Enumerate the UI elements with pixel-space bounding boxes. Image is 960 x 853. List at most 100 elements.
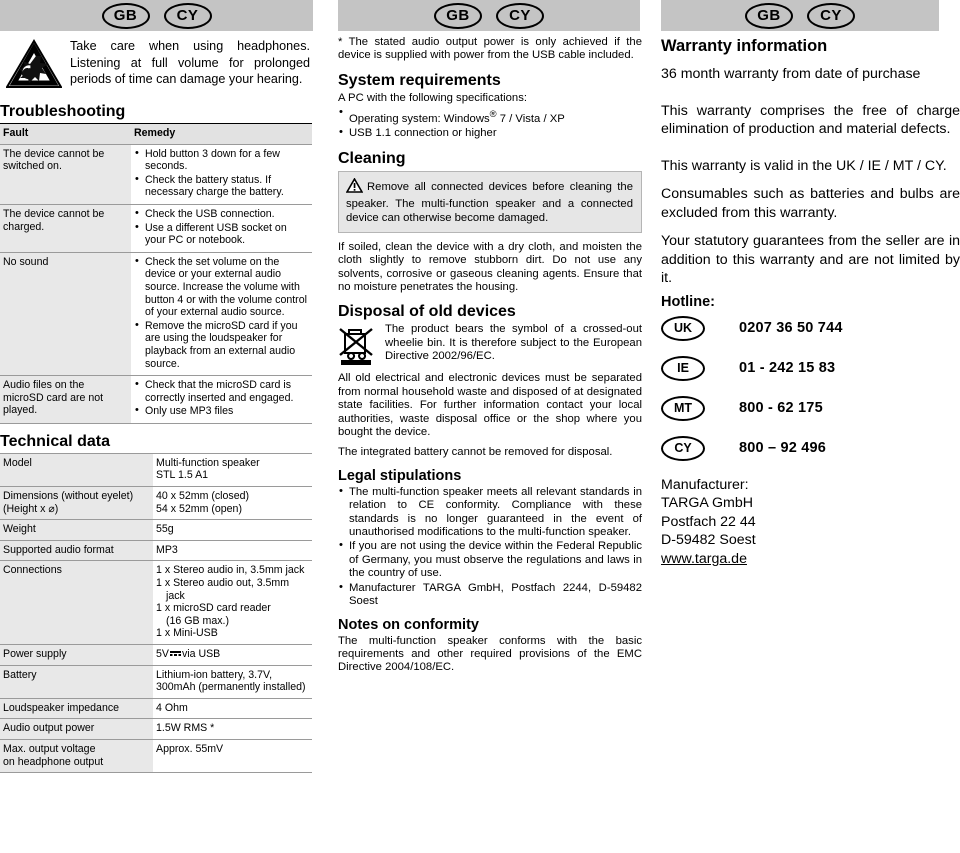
table-row: Supported audio format MP3: [0, 539, 312, 562]
hotline-row: UK 0207 36 50 744: [661, 315, 960, 341]
troubleshooting-table: Fault Remedy The device cannot be switch…: [0, 123, 312, 424]
cleaning-notice: Remove all connected devices before clea…: [338, 170, 642, 233]
spec-value: 1.5W RMS *: [153, 718, 312, 740]
system-requirements-heading: System requirements: [338, 71, 501, 89]
list-item: Operating system: Windows® 7 / Vista / X…: [338, 106, 642, 126]
remedy-cell: Check the USB connection. Use a differen…: [131, 203, 312, 253]
system-requirements-intro: A PC with the following specifications:: [338, 91, 528, 104]
disposal-paragraph: The integrated battery cannot be removed…: [338, 446, 613, 459]
fault-cell: The device cannot be charged.: [0, 203, 131, 253]
country-badge-mt: MT: [661, 395, 705, 421]
hotline-label: Hotline:: [661, 293, 715, 310]
list-item: Only use MP3 files: [134, 404, 308, 418]
country-badge-gb: GB: [745, 2, 793, 29]
cleaning-body: If soiled, clean the device with a dry c…: [338, 240, 642, 294]
list-item: The multi-function speaker meets all rel…: [338, 485, 642, 540]
remedy-cell: Check the set volume on the device or yo…: [131, 251, 312, 377]
table-row: Connections 1 x Stereo audio in, 3.5mm j…: [0, 560, 312, 645]
cleaning-heading: Cleaning: [338, 149, 406, 167]
warning-triangle-icon: [345, 177, 364, 197]
manufacturer-pobox: Postfach 22 44: [661, 513, 756, 530]
column-requirements-disposal: GB CY * The stated audio output power is…: [338, 0, 642, 853]
table-row: Audio files on the microSD card are not …: [0, 375, 312, 424]
warranty-paragraph: This warranty is valid in the UK / IE / …: [661, 157, 947, 174]
spec-label: Max. output voltage on headphone output: [0, 738, 153, 774]
spec-value: Multi-function speaker STL 1.5 A1: [153, 452, 312, 488]
power-suffix: via USB: [181, 648, 221, 660]
list-item: Use a different USB socket on your PC or…: [134, 221, 308, 247]
manufacturer-name: TARGA GmbH: [661, 495, 753, 511]
hotline-number: 800 - 62 175: [739, 400, 823, 416]
spec-label: Supported audio format: [0, 539, 153, 562]
spec-value: 40 x 52mm (closed) 54 x 52mm (open): [153, 486, 312, 521]
country-badge-bar: GB CY: [661, 0, 939, 31]
hotline-number: 01 - 242 15 83: [739, 360, 836, 376]
spec-label: Audio output power: [0, 718, 153, 740]
cleaning-notice-text: Remove all connected devices before clea…: [346, 180, 633, 224]
spec-label: Loudspeaker impedance: [0, 697, 153, 720]
spec-value-power: 5V via USB: [153, 644, 312, 666]
technical-data-heading: Technical data: [0, 432, 110, 450]
column-troubleshooting: GB CY Take care when using headphones. L…: [0, 0, 313, 853]
spec-label: Connections: [0, 560, 153, 645]
country-badge-cy: CY: [807, 2, 855, 29]
spec-label: Dimensions (without eyelet) (Height x ⌀): [0, 486, 153, 521]
remedy-cell: Hold button 3 down for a few seconds. Ch…: [131, 143, 312, 205]
list-item: Check that the microSD card is correctly…: [134, 378, 308, 404]
list-item: Check the battery status. If necessary c…: [134, 173, 308, 199]
table-header-row: Fault Remedy: [0, 123, 312, 145]
table-row: Max. output voltage on headphone output A…: [0, 738, 312, 774]
spec-label: Model: [0, 452, 153, 488]
manufacturer-website-link[interactable]: www.targa.de: [661, 550, 747, 569]
country-badge-gb: GB: [434, 2, 482, 29]
headphone-volume-warning-triangle-icon: [5, 37, 64, 94]
spec-label: Battery: [0, 664, 153, 699]
troubleshooting-heading: Troubleshooting: [0, 103, 126, 120]
table-row: The device cannot be switched on. Hold b…: [0, 143, 312, 205]
crossed-out-wheelie-bin-icon: [338, 323, 378, 372]
power-value: 5V: [156, 648, 169, 660]
list-item: USB 1.1 connection or higher: [338, 126, 642, 140]
dc-voltage-symbol-icon: [169, 651, 181, 656]
hotline-row: IE 01 - 242 15 83: [661, 355, 960, 381]
spec-label: Weight: [0, 519, 153, 541]
manufacturer-city: D-59482 Soest: [661, 532, 756, 548]
list-item: Remove the microSD card if you are using…: [134, 319, 308, 370]
hotline-number: 800 – 92 496: [739, 440, 827, 456]
country-badge-bar: GB CY: [0, 0, 313, 31]
table-row: Loudspeaker impedance 4 Ohm: [0, 697, 312, 720]
list-item: If you are not using the device within t…: [338, 539, 642, 580]
spec-value: Approx. 55mV: [153, 738, 312, 774]
spec-value: 4 Ohm: [153, 697, 312, 720]
list-item: Manufacturer TARGA GmbH, Postfach 2244, …: [338, 581, 642, 609]
manufacturer-block: Manufacturer: TARGA GmbH Postfach 22 44 …: [661, 476, 960, 569]
disposal-icon-text: The product bears the symbol of a crosse…: [385, 323, 642, 363]
list-item: Hold button 3 down for a few seconds.: [134, 147, 308, 173]
manual-page: GB CY Take care when using headphones. L…: [0, 0, 960, 853]
manufacturer-label: Manufacturer:: [661, 476, 749, 493]
spec-value: MP3: [153, 539, 312, 562]
technical-data-table: Model Multi-function speaker STL 1.5 A1 D…: [0, 452, 312, 774]
fault-cell: No sound: [0, 251, 131, 377]
table-row: Power supply 5V via USB: [0, 644, 312, 666]
warranty-paragraph: This warranty comprises the free of char…: [661, 102, 960, 138]
disposal-paragraph: All old electrical and electronic device…: [338, 372, 642, 439]
column-header-remedy: Remedy: [131, 123, 312, 145]
spec-value: Lithium-ion battery, 3.7V, 300mAh (perman…: [153, 664, 312, 699]
remedy-cell: Check that the microSD card is correctly…: [131, 375, 312, 424]
spec-value: 1 x Stereo audio in, 3.5mm jack 1 x Ster…: [153, 560, 312, 645]
warranty-paragraph: Consumables such as batteries and bulbs …: [661, 186, 960, 221]
country-badge-cy: CY: [496, 2, 544, 29]
table-row: No sound Check the set volume on the dev…: [0, 251, 312, 377]
country-badge-cy: CY: [661, 435, 705, 461]
list-item: Check the USB connection.: [134, 207, 308, 221]
list-item: Check the set volume on the device or yo…: [134, 255, 308, 319]
table-row: Battery Lithium-ion battery, 3.7V, 300mAh…: [0, 664, 312, 699]
conformity-body: The multi-function speaker conforms with…: [338, 634, 642, 674]
country-badge-uk: UK: [661, 315, 705, 341]
hotline-number: 0207 36 50 744: [739, 320, 843, 336]
table-row: Dimensions (without eyelet) (Height x ⌀) …: [0, 486, 312, 521]
headphone-warning-block: Take care when using headphones. Listeni…: [0, 31, 312, 94]
column-header-fault: Fault: [0, 123, 131, 145]
table-row: Audio output power 1.5W RMS *: [0, 718, 312, 740]
